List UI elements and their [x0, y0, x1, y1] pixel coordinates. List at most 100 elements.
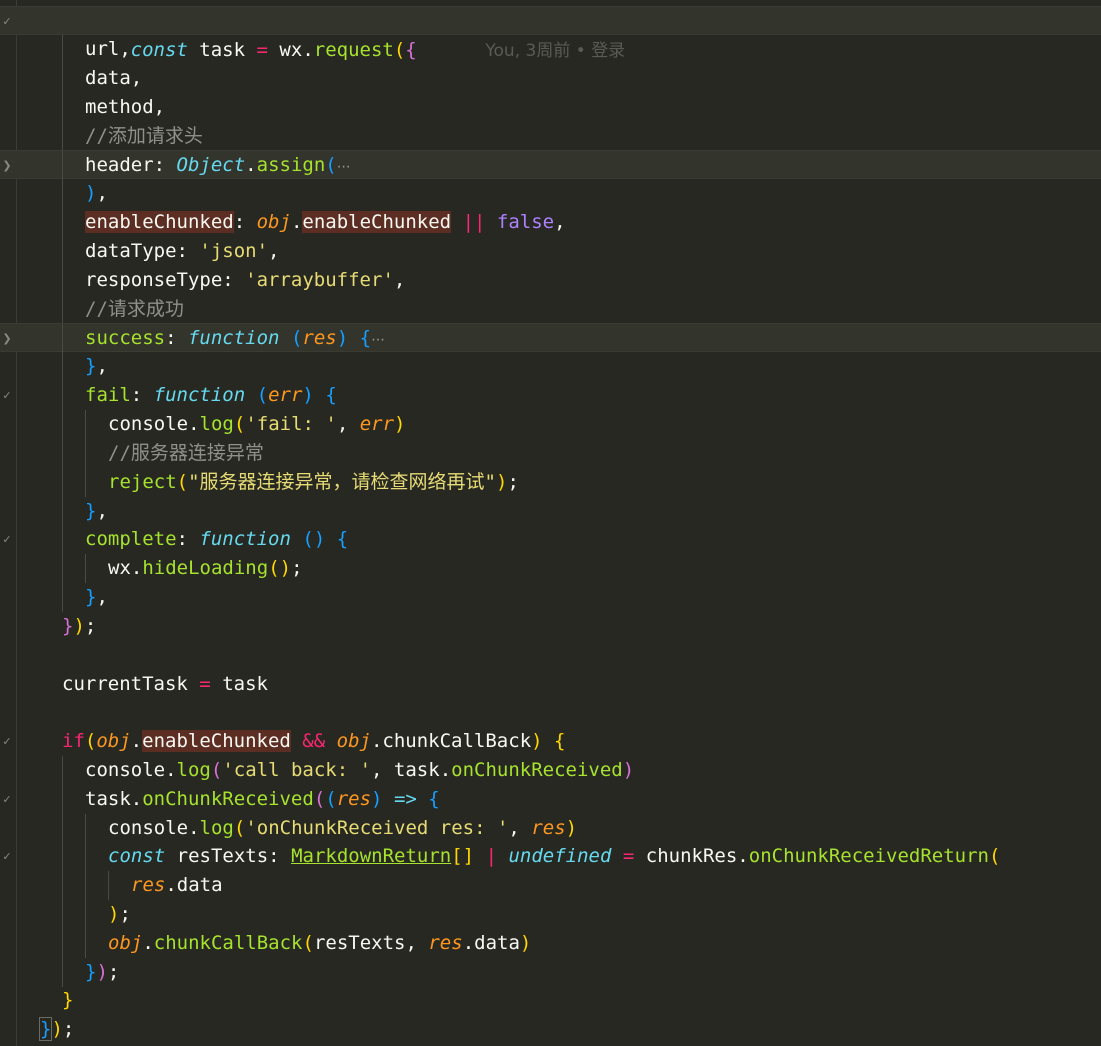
folded-ellipsis[interactable]: ⋯: [371, 332, 385, 348]
string: 'call back: ': [222, 759, 372, 781]
property: data: [176, 874, 223, 896]
code-line[interactable]: currentTask = task: [0, 670, 1101, 699]
method: assign: [256, 154, 326, 176]
chevron-right-icon[interactable]: ❯: [0, 151, 14, 180]
keyword: if: [62, 730, 85, 752]
keyword: function: [153, 384, 246, 406]
code-line[interactable]: [0, 698, 1101, 727]
code-line[interactable]: console.log('fail: ', err): [0, 410, 1101, 439]
keyword: const: [108, 845, 166, 867]
code-line[interactable]: });: [0, 612, 1101, 641]
code-line[interactable]: }: [0, 986, 1101, 1015]
chevron-down-icon[interactable]: ✓: [0, 842, 14, 871]
chevron-down-icon[interactable]: ✓: [0, 785, 14, 814]
parameter: err: [359, 413, 395, 435]
variable: obj: [256, 211, 291, 233]
identifier: console: [85, 759, 166, 781]
chevron-down-icon[interactable]: ✓: [0, 7, 14, 36]
code-line[interactable]: ),: [0, 179, 1101, 208]
function-call: reject: [108, 471, 177, 493]
code-line[interactable]: ✓ const resTexts: MarkdownReturn[] | und…: [0, 842, 1101, 871]
code-line[interactable]: //添加请求头: [0, 122, 1101, 151]
chevron-down-icon[interactable]: ✓: [0, 727, 14, 756]
code-line[interactable]: ❯ header: Object.assign(⋯: [0, 150, 1101, 180]
code-line[interactable]: },: [0, 497, 1101, 526]
class-name: Object: [176, 154, 246, 176]
identifier: resTexts: [176, 845, 269, 867]
string: 'fail: ': [245, 413, 337, 435]
code-line[interactable]: },: [0, 352, 1101, 381]
identifier: console: [108, 413, 189, 435]
code-line[interactable]: ✓ fail: function (err) {: [0, 381, 1101, 410]
keyword: undefined: [508, 845, 612, 867]
code-line[interactable]: console.log('onChunkReceived res: ', res…: [0, 814, 1101, 843]
string: 'onChunkReceived res: ': [245, 817, 509, 839]
identifier: url,: [85, 38, 131, 60]
code-line[interactable]: console.log('call back: ', task.onChunkR…: [0, 756, 1101, 785]
identifier: console: [108, 817, 189, 839]
code-line[interactable]: //服务器连接异常: [0, 439, 1101, 468]
code-line[interactable]: wx.hideLoading();: [0, 554, 1101, 583]
property: chunkCallBack: [382, 730, 532, 752]
code-line[interactable]: obj.chunkCallBack(resTexts, res.data): [0, 929, 1101, 958]
string: "服务器连接异常，请检查网络再试": [188, 471, 496, 493]
code-line[interactable]: ✓ complete: function () {: [0, 525, 1101, 554]
code-line[interactable]: url,: [0, 35, 1101, 64]
parameter: res: [531, 817, 566, 839]
code-line[interactable]: );: [0, 900, 1101, 929]
code-line[interactable]: method,: [0, 93, 1101, 122]
parameter: res: [336, 788, 372, 810]
comment: //服务器连接异常: [108, 442, 264, 464]
property: enableChunked: [142, 730, 291, 752]
variable: obj: [108, 932, 143, 954]
method: hideLoading: [142, 557, 269, 579]
property: fail: [85, 384, 131, 406]
code-line[interactable]: res.data: [0, 871, 1101, 900]
property: header: [85, 154, 154, 176]
code-line[interactable]: dataType: 'json',: [0, 237, 1101, 266]
method: chunkCallBack: [153, 932, 303, 954]
method: onChunkReceivedReturn: [748, 845, 989, 867]
method: log: [199, 413, 234, 435]
identifier: method,: [85, 96, 166, 118]
string: 'json': [199, 240, 269, 262]
chevron-down-icon[interactable]: ✓: [0, 525, 14, 554]
code-line[interactable]: reject("服务器连接异常，请检查网络再试");: [0, 468, 1101, 497]
boolean: false: [496, 211, 555, 233]
code-line[interactable]: responseType: 'arraybuffer',: [0, 266, 1101, 295]
property: enableChunked: [302, 211, 452, 233]
parameter: res: [428, 932, 463, 954]
parameter: res: [131, 874, 166, 896]
parameter: err: [268, 384, 303, 406]
property: responseType: [85, 269, 223, 291]
identifier: task: [85, 788, 131, 810]
identifier: wx: [108, 557, 131, 579]
chevron-right-icon[interactable]: ❯: [0, 324, 14, 353]
code-line[interactable]: });: [0, 1015, 1101, 1044]
identifier: task: [393, 759, 440, 781]
comment: //添加请求头: [85, 125, 203, 147]
code-line[interactable]: ❯ success: function (res) {⋯: [0, 323, 1101, 353]
string: 'arraybuffer': [245, 269, 394, 291]
property: complete: [85, 528, 177, 550]
identifier: chunkRes: [645, 845, 738, 867]
code-line[interactable]: data,: [0, 64, 1101, 93]
type-name: MarkdownReturn: [291, 845, 452, 867]
variable: obj: [96, 730, 131, 752]
code-line[interactable]: //请求成功: [0, 295, 1101, 324]
folded-ellipsis[interactable]: ⋯: [337, 159, 351, 175]
comment: //请求成功: [85, 298, 184, 320]
chevron-down-icon[interactable]: ✓: [0, 381, 14, 410]
method: onChunkReceived: [142, 788, 314, 810]
code-line[interactable]: });: [0, 958, 1101, 987]
code-line[interactable]: [0, 641, 1101, 670]
code-line[interactable]: ✓ const task = wx.request({ You, 3周前 • 登…: [0, 6, 1101, 61]
code-line[interactable]: ✓ if(obj.enableChunked && obj.chunkCallB…: [0, 727, 1101, 756]
method: onChunkReceived: [451, 759, 623, 781]
code-line[interactable]: enableChunked: obj.enableChunked || fals…: [0, 208, 1101, 237]
code-line[interactable]: },: [0, 583, 1101, 612]
method: log: [199, 817, 234, 839]
method: log: [176, 759, 211, 781]
code-line[interactable]: ✓ task.onChunkReceived((res) => {: [0, 785, 1101, 814]
code-editor[interactable]: ✓ const task = wx.request({ You, 3周前 • 登…: [0, 0, 1101, 1046]
